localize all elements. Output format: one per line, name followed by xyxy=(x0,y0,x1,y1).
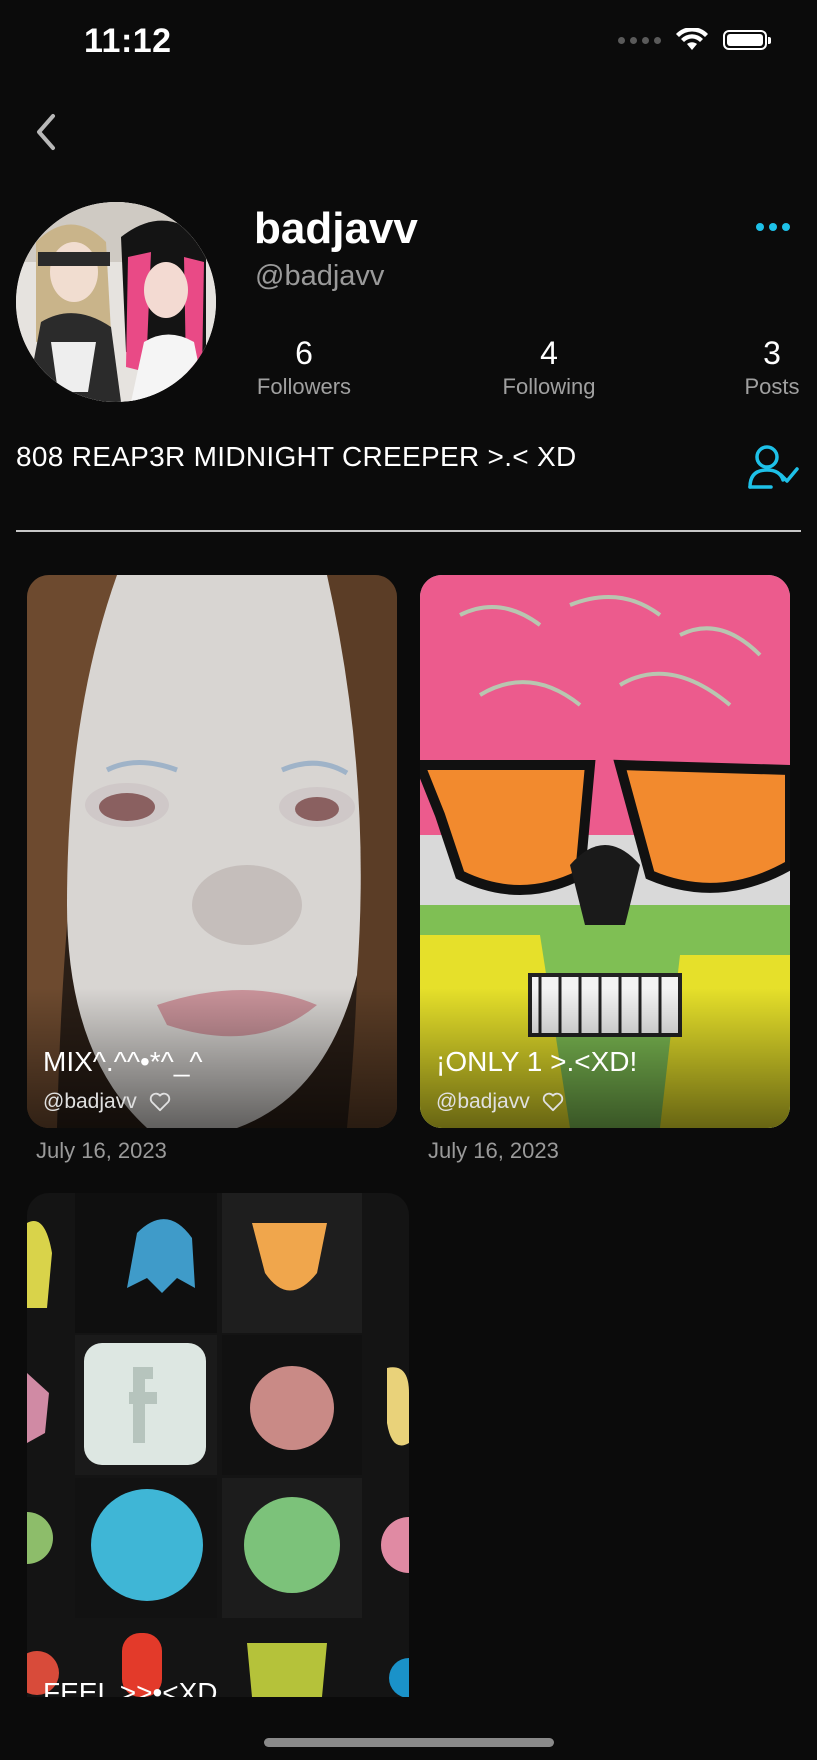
post-meta: @badjavv xyxy=(43,1090,171,1114)
post-author[interactable]: @badjavv xyxy=(436,1090,530,1114)
post-meta: @badjavv xyxy=(436,1090,564,1114)
post-image xyxy=(27,1193,409,1697)
signal-icon xyxy=(618,36,661,44)
status-time: 11:12 xyxy=(84,22,172,60)
following-label: Following xyxy=(502,374,596,399)
divider xyxy=(16,530,801,532)
followers-stat[interactable]: 6 Followers xyxy=(254,334,354,402)
post-date: July 16, 2023 xyxy=(36,1138,167,1163)
posts-count: 3 xyxy=(763,335,781,371)
followers-label: Followers xyxy=(256,374,352,399)
posts-label: Posts xyxy=(744,374,800,399)
post-card[interactable]: MIX^.^^•*^_^ @badjavv xyxy=(27,575,397,1128)
post-author[interactable]: @badjavv xyxy=(43,1090,137,1114)
post-date: July 16, 2023 xyxy=(428,1138,559,1163)
post-title: FEEL >>•<XD xyxy=(43,1677,218,1697)
heart-outline-icon[interactable] xyxy=(542,1092,564,1112)
home-indicator[interactable] xyxy=(264,1738,554,1747)
follow-button[interactable] xyxy=(747,444,799,490)
profile-name: badjavv xyxy=(254,204,418,253)
profile-bio: 808 REAP3R MIDNIGHT CREEPER >.< XD xyxy=(16,441,577,472)
wifi-icon xyxy=(676,28,708,50)
heart-outline-icon[interactable] xyxy=(149,1092,171,1112)
posts-stat[interactable]: 3 Posts xyxy=(740,334,804,402)
chevron-left-icon xyxy=(37,114,55,150)
profile-handle: @badjavv xyxy=(255,260,385,292)
user-check-icon xyxy=(748,445,799,489)
post-card[interactable]: FEEL >>•<XD xyxy=(27,1193,409,1697)
avatar xyxy=(16,202,216,402)
back-button[interactable] xyxy=(26,108,66,156)
post-title: ¡ONLY 1 >.<XD! xyxy=(436,1046,638,1077)
battery-icon xyxy=(723,30,771,50)
following-stat[interactable]: 4 Following xyxy=(497,334,601,402)
status-bar: 11:12 xyxy=(0,0,817,90)
post-title: MIX^.^^•*^_^ xyxy=(43,1046,203,1077)
post-card[interactable]: ¡ONLY 1 >.<XD! @badjavv xyxy=(420,575,790,1128)
more-dots-icon xyxy=(756,223,764,231)
status-icons xyxy=(618,28,771,52)
followers-count: 6 xyxy=(295,335,313,371)
more-options-button[interactable] xyxy=(749,212,797,242)
following-count: 4 xyxy=(540,335,558,371)
